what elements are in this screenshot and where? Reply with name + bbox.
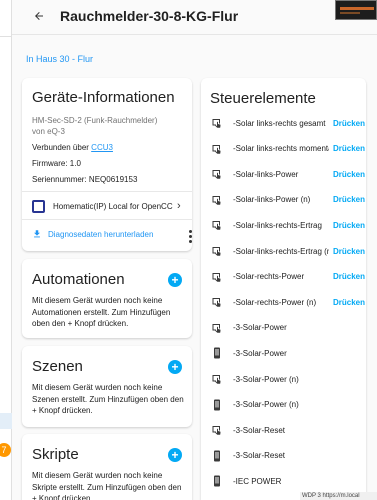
control-row[interactable]: -3-Solar-Power <box>201 319 366 337</box>
divider <box>22 219 192 220</box>
download-diagnostics-label: Diagnosedaten herunterladen <box>48 229 154 239</box>
control-row[interactable]: -Solar-links-rechts-Ertrag (n) Drücken <box>201 242 366 260</box>
gesture-tap-button-icon <box>209 141 225 157</box>
automations-title: Automationen <box>32 271 125 288</box>
gesture-tap-button-icon <box>209 294 225 310</box>
control-name: -Solar-links-Power (n) <box>233 195 311 205</box>
divider <box>22 191 192 192</box>
control-name: -Solar links-rechts momentan <box>233 144 329 154</box>
control-row[interactable]: -Solar-rechts-Power (n) Drücken <box>201 293 366 311</box>
integration-label: Homematic(IP) Local for OpenCCU <box>53 201 173 211</box>
notification-badge[interactable]: 7 <box>0 443 11 457</box>
top-app-bar: Rauchmelder-30-8-KG-Flur <box>12 0 377 32</box>
scripts-text: Mit diesem Gerät wurden noch keine Skrip… <box>32 471 182 500</box>
press-button[interactable]: Drücken <box>333 119 365 128</box>
area-link[interactable]: In Haus 30 - Flur <box>26 54 93 64</box>
gesture-tap-button-icon <box>209 192 225 208</box>
control-row[interactable]: -Solar links-rechts momentan Drücken <box>201 140 366 158</box>
gesture-tap-button-icon <box>209 269 225 285</box>
control-name: -Solar-links-Power <box>233 169 299 179</box>
ccu3-link[interactable]: CCU3 <box>91 143 113 152</box>
control-row[interactable]: -3-Solar-Power <box>201 344 366 362</box>
control-name: -3-Solar-Power <box>233 323 287 333</box>
scripts-title: Skripte <box>32 446 79 463</box>
controls-card: Steuerelemente -Solar links-rechts gesam… <box>201 78 366 500</box>
header-divider <box>12 34 377 35</box>
add-scene-button[interactable]: + <box>168 360 182 374</box>
homematic-integration-icon <box>32 199 45 213</box>
add-script-button[interactable]: + <box>168 448 182 462</box>
gesture-tap-button-icon <box>209 320 225 336</box>
press-button[interactable]: Drücken <box>333 195 365 204</box>
scenes-text: Mit diesem Gerät wurden noch keine Szene… <box>32 383 184 415</box>
control-name: -3-Solar-Power (n) <box>233 374 299 384</box>
status-bar: WDP 3 https://m.local <box>300 492 377 500</box>
sidebar: 7 <box>0 0 12 500</box>
control-name: -3-Solar-Reset <box>233 425 286 435</box>
control-name: -3-Solar-Power (n) <box>233 400 299 410</box>
device-info-card: Geräte-Informationen HM-Sec-SD-2 (Funk-R… <box>22 78 192 251</box>
chevron-right-icon: › <box>177 200 181 212</box>
serial-number: Seriennummer: NEQ0619153 <box>32 175 138 184</box>
press-button[interactable]: Drücken <box>333 298 365 307</box>
download-diagnostics-button[interactable]: Diagnosedaten herunterladen <box>32 229 153 239</box>
press-button[interactable]: Drücken <box>333 272 365 281</box>
cellphone-icon <box>209 397 225 413</box>
control-name: -3-Solar-Reset <box>233 451 286 461</box>
sidebar-selected-item[interactable] <box>0 413 12 429</box>
gesture-tap-button-icon <box>209 217 225 233</box>
control-row[interactable]: -Solar-links-Power (n) Drücken <box>201 191 366 209</box>
cellphone-icon <box>209 448 225 464</box>
more-options-icon[interactable] <box>188 230 192 243</box>
scenes-title: Szenen <box>32 358 83 375</box>
press-button[interactable]: Drücken <box>333 221 365 230</box>
back-button[interactable] <box>24 0 54 32</box>
control-row[interactable]: -3-Solar-Reset <box>201 447 366 465</box>
press-button[interactable]: Drücken <box>333 247 365 256</box>
gesture-tap-button-icon <box>209 166 225 182</box>
device-manufacturer: von eQ-3 <box>32 127 65 136</box>
gesture-tap-button-icon <box>209 243 225 259</box>
arrow-left-icon <box>35 12 43 20</box>
cellphone-icon <box>209 473 225 489</box>
press-button[interactable]: Drücken <box>333 170 365 179</box>
gesture-tap-button-icon <box>209 115 225 131</box>
automations-text: Mit diesem Gerät wurden noch keine Autom… <box>32 296 171 328</box>
connected-via: Verbunden über CCU3 <box>32 143 113 152</box>
download-icon <box>34 230 40 238</box>
control-row[interactable]: -3-Solar-Power (n) <box>201 370 366 388</box>
control-row[interactable]: -Solar-links-Power Drücken <box>201 165 366 183</box>
automations-card: Automationen + Mit diesem Gerät wurden n… <box>22 259 192 338</box>
connected-via-label: Verbunden über <box>32 143 89 152</box>
control-name: -Solar-rechts-Power (n) <box>233 297 317 307</box>
control-row[interactable]: -3-Solar-Reset <box>201 421 366 439</box>
control-row[interactable]: -3-Solar-Power (n) <box>201 396 366 414</box>
controls-title: Steuerelemente <box>210 90 316 107</box>
control-name: -Solar-links-rechts-Ertrag (n) <box>233 246 329 256</box>
gesture-tap-button-icon <box>209 371 225 387</box>
device-model: HM-Sec-SD-2 (Funk-Rauchmelder) <box>32 116 158 125</box>
integration-row[interactable]: Homematic(IP) Local for OpenCCU › <box>32 197 190 215</box>
gesture-tap-button-icon <box>209 422 225 438</box>
scripts-card: Skripte + Mit diesem Gerät wurden noch k… <box>22 434 192 500</box>
control-name: -3-Solar-Power <box>233 348 287 358</box>
control-name: -Solar links-rechts gesamt <box>233 118 326 128</box>
control-row[interactable]: -Solar-links-rechts-Ertrag Drücken <box>201 216 366 234</box>
page-title: Rauchmelder-30-8-KG-Flur <box>60 8 239 24</box>
control-row[interactable]: -IEC POWER <box>201 472 366 490</box>
control-row[interactable]: -Solar links-rechts gesamt Drücken <box>201 114 366 132</box>
add-automation-button[interactable]: + <box>168 273 182 287</box>
cellphone-icon <box>209 345 225 361</box>
control-name: -Solar-rechts-Power <box>233 272 305 282</box>
device-info-title: Geräte-Informationen <box>32 89 175 106</box>
control-name: -Solar-links-rechts-Ertrag <box>233 220 322 230</box>
thumbnail-image <box>335 0 377 20</box>
firmware-version: Firmware: 1.0 <box>32 159 81 168</box>
scenes-card: Szenen + Mit diesem Gerät wurden noch ke… <box>22 346 192 427</box>
sidebar-divider <box>0 36 12 37</box>
control-name: -IEC POWER <box>233 476 282 486</box>
press-button[interactable]: Drücken <box>333 144 365 153</box>
control-row[interactable]: -Solar-rechts-Power Drücken <box>201 268 366 286</box>
